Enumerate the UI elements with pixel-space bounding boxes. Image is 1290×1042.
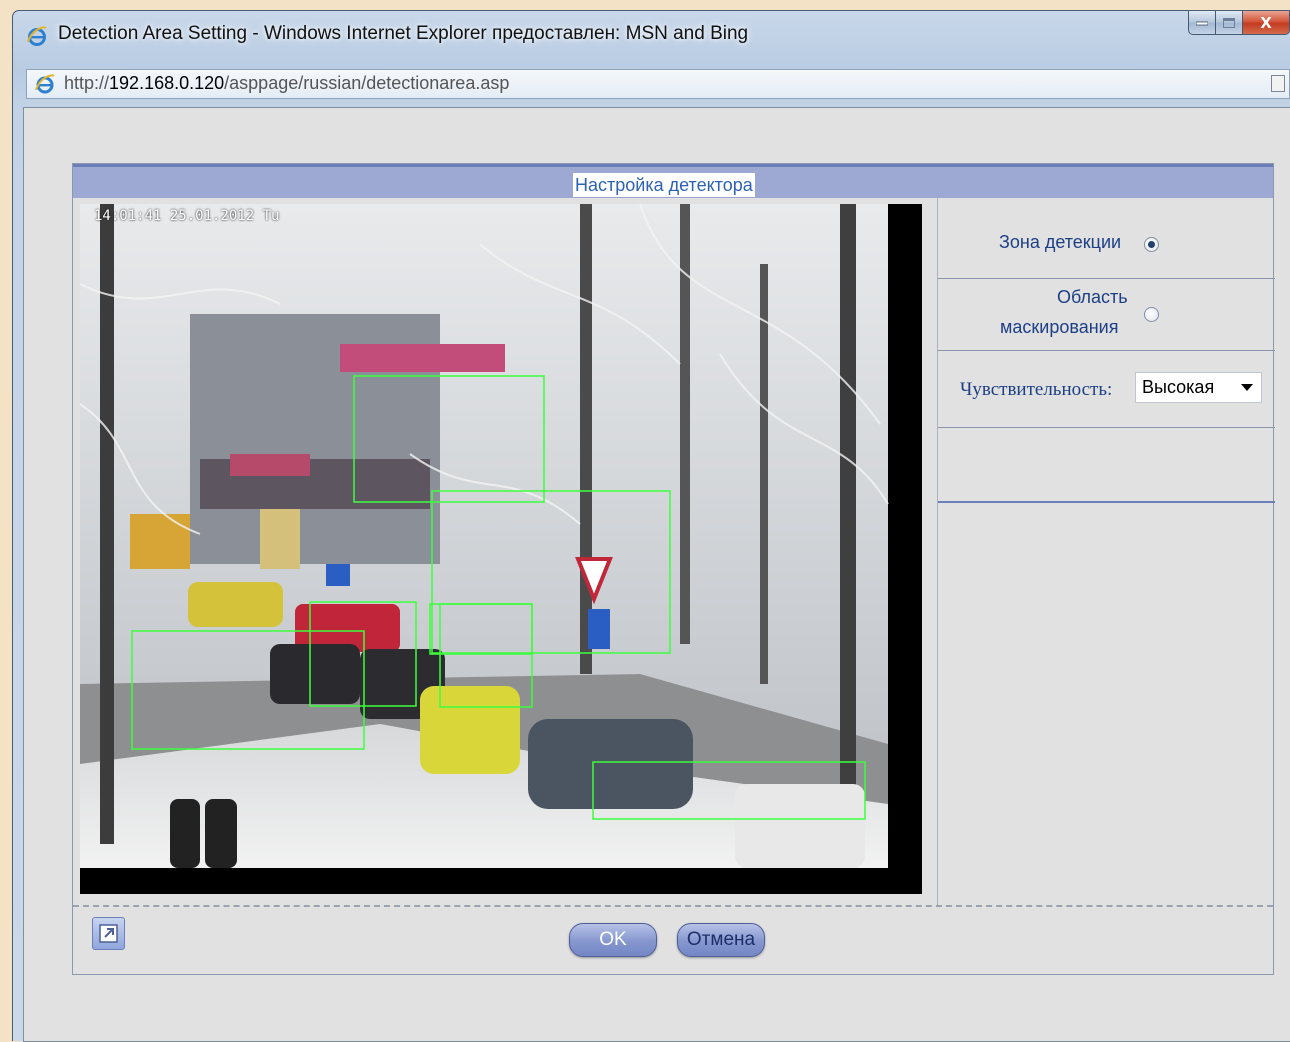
page-content: Настройка детектора 14:01:41 25.01.2012 … [23, 107, 1290, 1042]
ie-logo-icon [27, 26, 47, 46]
sensitivity-row: Чувствительность: Высокая [938, 351, 1275, 428]
sensitivity-label: Чувствительность: [960, 379, 1113, 400]
window-title: Detection Area Setting - Windows Interne… [58, 23, 749, 44]
page-icon[interactable] [1271, 75, 1285, 92]
minimize-icon [1196, 21, 1208, 25]
detection-zone-label: Зона детекции [999, 232, 1122, 252]
address-bar[interactable]: http://192.168.0.120/asppage/russian/det… [26, 69, 1290, 99]
mask-area-row: Область маскирования [938, 279, 1275, 351]
footer-divider [73, 905, 1273, 907]
popout-arrow-icon [99, 924, 118, 943]
sensitivity-value: Высокая [1142, 377, 1215, 397]
panel-title: Настройка детектора [573, 173, 755, 197]
mask-area-label-line1: Область [1057, 287, 1128, 307]
video-timestamp: 14:01:41 25.01.2012 Tu [94, 208, 280, 224]
mask-area-radio[interactable] [1144, 307, 1159, 322]
sensitivity-select[interactable]: Высокая [1135, 372, 1262, 403]
title-bar[interactable]: Detection Area Setting - Windows Interne… [13, 11, 1290, 59]
camera-view[interactable]: 14:01:41 25.01.2012 Tu [80, 204, 922, 894]
window-controls: X [1188, 11, 1290, 35]
detection-zone-radio[interactable] [1144, 237, 1159, 252]
radio-selected-dot [1148, 241, 1155, 248]
cancel-button[interactable]: Отмена [677, 923, 765, 957]
empty-row [938, 428, 1275, 503]
chevron-down-icon [1241, 384, 1253, 391]
ok-button[interactable]: OK [569, 923, 657, 957]
settings-column: Зона детекции Область маскирования Чувст… [937, 198, 1275, 906]
close-icon: X [1260, 13, 1272, 32]
detector-settings-panel: Настройка детектора 14:01:41 25.01.2012 … [72, 163, 1275, 975]
detection-zone-row: Зона детекции [938, 198, 1275, 279]
maximize-button[interactable] [1216, 11, 1243, 35]
maximize-icon [1223, 17, 1235, 28]
browser-window: Detection Area Setting - Windows Interne… [12, 10, 1290, 1042]
url-path: /asppage/russian/detectionarea.asp [224, 73, 510, 93]
ie-page-icon [35, 74, 55, 94]
mask-area-label-line2: маскирования [1000, 317, 1119, 337]
camera-image [80, 204, 889, 868]
minimize-button[interactable] [1188, 11, 1216, 35]
url-text: http://192.168.0.120/asppage/russian/det… [64, 73, 509, 94]
url-host: 192.168.0.120 [109, 73, 225, 93]
close-button[interactable]: X [1243, 11, 1290, 35]
url-prefix: http:// [64, 73, 110, 93]
panel-header: Настройка детектора [73, 164, 1273, 198]
popout-icon[interactable] [92, 917, 125, 950]
